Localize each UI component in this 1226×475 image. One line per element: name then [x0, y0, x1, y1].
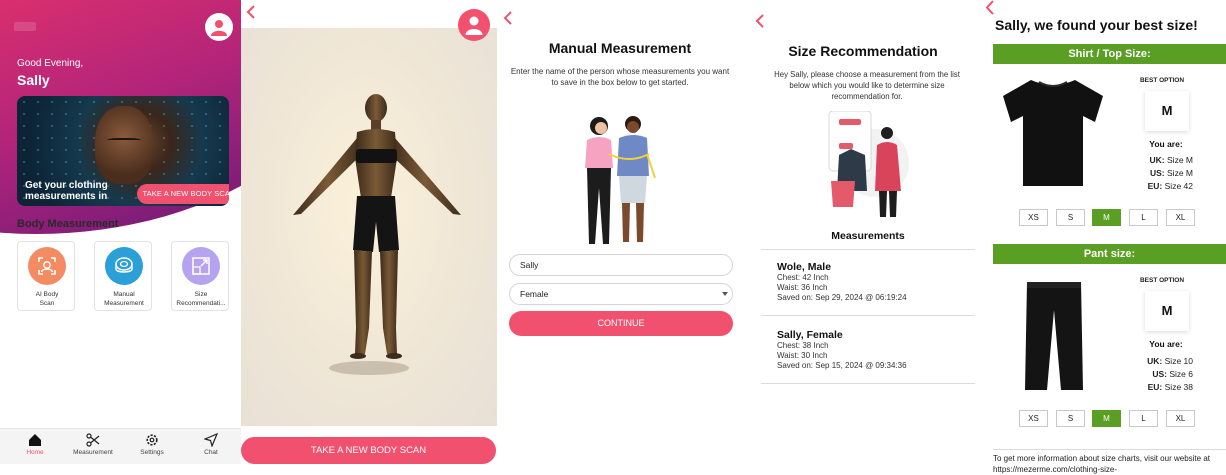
take-body-scan-button[interactable]: TAKE A NEW BODY SCAN [137, 184, 229, 204]
size-option-s[interactable]: S [1056, 209, 1085, 226]
manual-measurement-screen: Manual Measurement Enter the name of the… [497, 0, 743, 475]
back-chevron-icon[interactable] [501, 10, 515, 26]
home-screen: Good Evening, Sally Get your clothing me… [0, 0, 241, 475]
best-size-screen: Sally, we found your best size! Shirt / … [983, 0, 1226, 475]
name-input[interactable]: Sally [509, 254, 733, 276]
section-title: Body Measurement [17, 218, 119, 230]
best-size-value: M [1145, 291, 1189, 331]
best-size-value: M [1145, 91, 1189, 131]
nav-settings[interactable]: Settings [127, 433, 177, 456]
measurement-item[interactable]: Wole, Male Chest: 42 Inch Waist: 36 Inch… [777, 261, 967, 303]
measurement-item[interactable]: Sally, Female Chest: 38 Inch Waist: 30 I… [777, 329, 967, 371]
continue-button[interactable]: CONTINUE [509, 311, 733, 336]
size-option-s[interactable]: S [1056, 410, 1085, 427]
size-option-m[interactable]: M [1092, 209, 1121, 226]
card-label: AI Body Scan [35, 291, 59, 307]
banner-face-image [95, 106, 153, 184]
measurements-title: Measurements [831, 230, 905, 242]
pant-size-header: Pant size: [993, 244, 1226, 264]
size-option-m[interactable]: M [1092, 410, 1121, 427]
card-ai-body-scan[interactable]: AI Body Scan [17, 241, 75, 311]
user-icon [211, 20, 227, 36]
tape-measure-icon [105, 247, 143, 285]
gender-select-value: Female [520, 289, 549, 299]
size-chart-info-text: To get more information about size chart… [993, 454, 1210, 474]
nav-home[interactable]: Home [10, 433, 60, 456]
pants-image [1025, 282, 1083, 390]
resize-icon [182, 247, 220, 285]
best-option-label: BEST OPTION [1139, 277, 1185, 284]
size-option-l[interactable]: L [1129, 410, 1158, 427]
page-title: Sally, we found your best size! [995, 17, 1198, 33]
uk-size-row: UK: Size M [1149, 155, 1193, 165]
page-title: Size Recommendation [788, 43, 938, 59]
user-name: Sally [17, 72, 50, 88]
send-icon [204, 433, 218, 447]
home-icon [29, 434, 41, 446]
take-body-scan-button[interactable]: TAKE A NEW BODY SCAN [241, 437, 496, 464]
you-are-label: You are: [1149, 139, 1183, 149]
card-label: Manual Measurement [104, 291, 144, 307]
profile-avatar-button[interactable] [458, 9, 490, 41]
best-option-label: BEST OPTION [1139, 77, 1185, 84]
shirt-size-header: Shirt / Top Size: [993, 44, 1226, 64]
us-size-row: US: Size 6 [1152, 369, 1193, 379]
size-option-xs[interactable]: XS [1019, 209, 1048, 226]
nav-measurement[interactable]: Measurement [68, 433, 118, 456]
uk-size-row: UK: Size 10 [1147, 356, 1193, 366]
card-manual-measurement[interactable]: Manual Measurement [94, 241, 152, 311]
tshirt-image [1003, 80, 1103, 186]
card-label: Size Recommendati... [176, 291, 226, 307]
you-are-label: You are: [1149, 339, 1183, 349]
bottom-nav: Home Measurement Settings Chat [0, 428, 241, 464]
app-screens-collage: Good Evening, Sally Get your clothing me… [0, 0, 1226, 475]
page-description: Hey Sally, please choose a measurement f… [774, 70, 960, 101]
back-chevron-icon[interactable] [244, 4, 258, 20]
body-scan-banner[interactable]: Get your clothing measurements in minute… [17, 96, 229, 206]
user-icon [465, 16, 483, 35]
profile-avatar-button[interactable] [205, 13, 233, 41]
eu-size-row: EU: Size 42 [1147, 181, 1193, 191]
size-option-xs[interactable]: XS [1019, 410, 1048, 427]
size-recommendation-screen: Size Recommendation Hey Sally, please ch… [743, 0, 983, 475]
back-chevron-icon[interactable] [753, 13, 767, 29]
scissors-icon [86, 433, 100, 447]
nav-chat[interactable]: Chat [186, 433, 236, 456]
size-option-l[interactable]: L [1129, 209, 1158, 226]
greeting-text: Good Evening, [17, 58, 84, 69]
page-description: Enter the name of the person whose measu… [510, 67, 730, 87]
app-logo [14, 22, 36, 31]
chevron-down-icon [722, 292, 728, 296]
back-chevron-icon[interactable] [984, 0, 996, 15]
card-size-recommendation[interactable]: Size Recommendati... [171, 241, 229, 311]
eu-size-row: EU: Size 38 [1147, 382, 1193, 392]
us-size-row: US: Size M [1150, 168, 1193, 178]
gear-icon [146, 434, 158, 446]
gender-select[interactable]: Female [509, 283, 733, 305]
shopping-illustration [828, 111, 909, 217]
body-scan-screen: TAKE A NEW BODY SCAN [241, 0, 497, 475]
size-option-xl[interactable]: XL [1166, 410, 1195, 427]
page-title: Manual Measurement [548, 40, 692, 56]
measuring-couple-illustration [585, 116, 656, 244]
banner-title: Get your clothing measurements in minute… [25, 180, 108, 202]
scan-face-icon [28, 247, 66, 285]
size-option-xl[interactable]: XL [1166, 209, 1195, 226]
avatar-3d-viewport[interactable] [241, 28, 497, 426]
